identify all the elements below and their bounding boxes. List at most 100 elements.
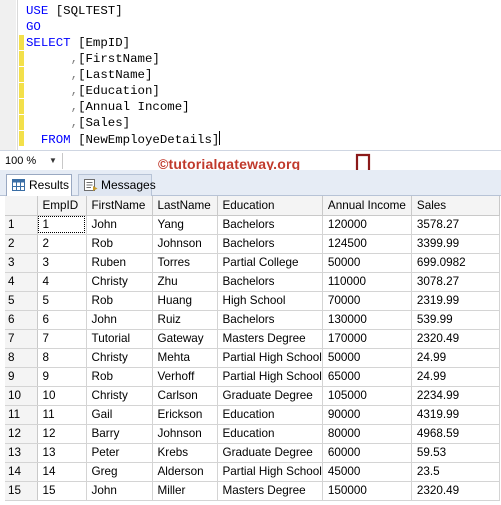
row-number[interactable]: 3 (5, 253, 38, 273)
table-cell[interactable]: Verhoff (152, 367, 218, 387)
table-row[interactable]: 1 1 John Yang Bachelors 120000 3578.27 (5, 215, 500, 235)
table-cell[interactable]: 24.99 (411, 367, 500, 387)
table-cell[interactable]: Partial High School (217, 462, 323, 482)
table-row[interactable]: 10 10 Christy Carlson Graduate Degree 105000 2… (5, 386, 500, 406)
table-cell[interactable]: 80000 (322, 424, 412, 444)
table-cell[interactable]: 11 (37, 405, 87, 425)
table-row[interactable]: 4 4 Christy Zhu Bachelors 110000 3078.27 (5, 272, 500, 292)
code-line[interactable]: ,[Annual Income] (26, 99, 190, 115)
table-row[interactable]: 2 2 Rob Johnson Bachelors 124500 3399.99 (5, 234, 500, 254)
table-row[interactable]: 13 13 Peter Krebs Graduate Degree 60000 59.53 (5, 443, 500, 463)
tab-messages[interactable]: Messages (78, 174, 156, 196)
column-header[interactable]: Annual Income (322, 196, 412, 216)
table-cell[interactable]: Erickson (152, 405, 218, 425)
row-number[interactable]: 8 (5, 348, 38, 368)
table-cell[interactable]: 699.0982 (411, 253, 500, 273)
code-line[interactable]: ,[Sales] (26, 115, 131, 131)
table-cell[interactable]: 65000 (322, 367, 412, 387)
table-cell[interactable]: 3399.99 (411, 234, 500, 254)
table-cell[interactable]: Ruben (86, 253, 153, 273)
table-cell[interactable]: Education (217, 424, 323, 444)
table-cell[interactable]: John (86, 481, 153, 501)
code-line[interactable]: FROM [NewEmployeDetails] (26, 131, 221, 147)
table-cell[interactable]: Masters Degree (217, 481, 323, 501)
code-line[interactable]: GO (26, 19, 41, 35)
column-header[interactable]: FirstName (86, 196, 153, 216)
column-header[interactable]: Sales (411, 196, 500, 216)
table-cell[interactable]: 130000 (322, 310, 412, 330)
tab-results[interactable]: Results (6, 174, 72, 196)
table-cell[interactable]: 4 (37, 272, 87, 292)
table-row[interactable]: 15 15 John Miller Masters Degree 150000 2320.4… (5, 481, 500, 501)
table-cell[interactable]: 3 (37, 253, 87, 273)
row-number[interactable]: 14 (5, 462, 38, 482)
table-cell[interactable]: 110000 (322, 272, 412, 292)
table-row[interactable]: 12 12 Barry Johnson Education 80000 4968.59 (5, 424, 500, 444)
row-number[interactable]: 1 (5, 215, 38, 235)
table-cell[interactable]: Christy (86, 386, 153, 406)
row-number[interactable]: 9 (5, 367, 38, 387)
row-number[interactable]: 4 (5, 272, 38, 292)
table-cell[interactable]: Greg (86, 462, 153, 482)
table-cell[interactable]: 23.5 (411, 462, 500, 482)
table-cell[interactable]: Zhu (152, 272, 218, 292)
table-cell[interactable]: 24.99 (411, 348, 500, 368)
table-cell[interactable]: 4319.99 (411, 405, 500, 425)
table-cell[interactable]: 170000 (322, 329, 412, 349)
row-number[interactable]: 7 (5, 329, 38, 349)
code-line[interactable]: SELECT [EmpID] (26, 35, 130, 51)
row-number[interactable]: 15 (5, 481, 38, 501)
table-cell[interactable]: 59.53 (411, 443, 500, 463)
table-cell[interactable]: Huang (152, 291, 218, 311)
table-row[interactable]: 14 14 Greg Alderson Partial High School 45000… (5, 462, 500, 482)
table-cell[interactable]: 7 (37, 329, 87, 349)
table-cell[interactable]: Torres (152, 253, 218, 273)
table-cell[interactable]: Masters Degree (217, 329, 323, 349)
table-cell[interactable]: 1 (37, 215, 87, 235)
table-cell[interactable]: Miller (152, 481, 218, 501)
column-header[interactable]: EmpID (37, 196, 87, 216)
table-row[interactable]: 7 7 Tutorial Gateway Masters Degree 170000 232… (5, 329, 500, 349)
table-cell[interactable]: John (86, 215, 153, 235)
table-cell[interactable]: High School (217, 291, 323, 311)
table-cell[interactable]: 60000 (322, 443, 412, 463)
table-cell[interactable]: 50000 (322, 348, 412, 368)
row-number[interactable]: 6 (5, 310, 38, 330)
table-cell[interactable]: Education (217, 405, 323, 425)
table-cell[interactable]: Partial High School (217, 367, 323, 387)
table-cell[interactable]: 120000 (322, 215, 412, 235)
row-number[interactable]: 11 (5, 405, 38, 425)
table-cell[interactable]: 70000 (322, 291, 412, 311)
table-cell[interactable]: Johnson (152, 424, 218, 444)
table-row[interactable]: 9 9 Rob Verhoff Partial High School 65000 24.9… (5, 367, 500, 387)
table-cell[interactable]: 45000 (322, 462, 412, 482)
row-number[interactable]: 10 (5, 386, 38, 406)
row-number[interactable]: 2 (5, 234, 38, 254)
table-cell[interactable]: 539.99 (411, 310, 500, 330)
code-line[interactable]: USE [SQLTEST] (26, 3, 123, 19)
row-number[interactable]: 12 (5, 424, 38, 444)
table-cell[interactable]: 2234.99 (411, 386, 500, 406)
table-cell[interactable]: Partial College (217, 253, 323, 273)
table-cell[interactable]: 9 (37, 367, 87, 387)
chevron-down-icon[interactable]: ▼ (47, 154, 59, 167)
table-cell[interactable]: 105000 (322, 386, 412, 406)
grid-corner[interactable] (5, 196, 38, 216)
table-cell[interactable]: 5 (37, 291, 87, 311)
table-cell[interactable]: Christy (86, 272, 153, 292)
table-cell[interactable]: Christy (86, 348, 153, 368)
table-cell[interactable]: Partial High School (217, 348, 323, 368)
table-cell[interactable]: Yang (152, 215, 218, 235)
results-grid[interactable]: EmpID FirstName LastName Education Annual In… (5, 196, 501, 505)
table-cell[interactable]: 15 (37, 481, 87, 501)
table-cell[interactable]: Bachelors (217, 234, 323, 254)
table-cell[interactable]: Gateway (152, 329, 218, 349)
table-cell[interactable]: 14 (37, 462, 87, 482)
table-cell[interactable]: 10 (37, 386, 87, 406)
table-cell[interactable]: 13 (37, 443, 87, 463)
table-cell[interactable]: 50000 (322, 253, 412, 273)
code-line[interactable]: ,[Education] (26, 83, 160, 99)
table-cell[interactable]: Bachelors (217, 272, 323, 292)
table-cell[interactable]: 2319.99 (411, 291, 500, 311)
table-cell[interactable]: 2320.49 (411, 481, 500, 501)
